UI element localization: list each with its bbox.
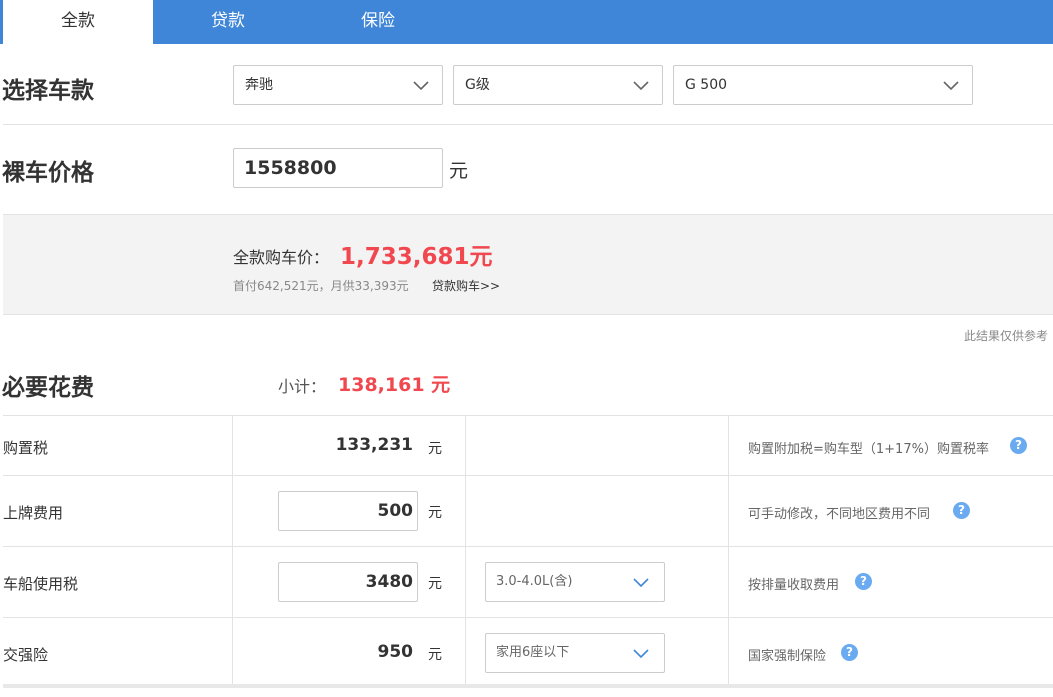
displacement-select-value: 3.0-4.0L(含) bbox=[496, 574, 573, 589]
summary-panel: 全款购车价： 1,733,681元 首付642,521元，月供33,393元 贷… bbox=[3, 214, 1053, 315]
purchase-tax-unit: 元 bbox=[428, 441, 442, 457]
total-price-label: 全款购车价： bbox=[233, 248, 330, 267]
chevron-down-icon bbox=[633, 649, 649, 659]
price-input-value: 1558800 bbox=[244, 157, 337, 179]
table-row: 上牌费用 500 元 可手动修改，不同地区费用不同 ? bbox=[3, 475, 1053, 546]
table-row: 交强险 950 元 家用6座以下 国家强制保险 ? bbox=[3, 617, 1053, 687]
series-select-value: G级 bbox=[465, 77, 490, 93]
tab-bar: 全款 贷款 保险 bbox=[0, 0, 1053, 44]
model-select[interactable]: G 500 bbox=[673, 65, 973, 105]
compulsory-insurance-unit: 元 bbox=[428, 647, 442, 663]
subtotal-label: 小计： bbox=[278, 377, 327, 396]
chevron-down-icon bbox=[633, 578, 649, 588]
table-row: 购置税 133,231 元 购置附加税=购车型（1+17%）购置税率 ? bbox=[3, 415, 1053, 475]
vehicle-tax-value: 3480 bbox=[365, 572, 413, 592]
vehicle-tax-input[interactable]: 3480 bbox=[278, 562, 418, 602]
price-label: 裸车价格 bbox=[2, 160, 94, 186]
chevron-down-icon bbox=[943, 81, 959, 91]
bottom-divider bbox=[3, 684, 1053, 688]
plate-fee-unit: 元 bbox=[428, 505, 442, 521]
purchase-tax-label: 购置税 bbox=[3, 439, 49, 457]
tab-loan[interactable]: 贷款 bbox=[153, 0, 303, 44]
tab-insurance[interactable]: 保险 bbox=[303, 0, 453, 44]
brand-select[interactable]: 奔驰 bbox=[233, 65, 443, 105]
purchase-tax-desc: 购置附加税=购车型（1+17%）购置税率 bbox=[748, 442, 989, 457]
divider bbox=[3, 124, 1053, 125]
compulsory-insurance-label: 交强险 bbox=[3, 646, 49, 664]
disclaimer-note: 此结果仅供参考 bbox=[963, 329, 1048, 343]
select-model-label: 选择车款 bbox=[2, 78, 94, 104]
price-unit: 元 bbox=[449, 160, 469, 182]
seat-type-select[interactable]: 家用6座以下 bbox=[485, 633, 665, 673]
series-select[interactable]: G级 bbox=[453, 65, 663, 105]
purchase-tax-value: 133,231 bbox=[335, 435, 413, 455]
question-icon[interactable]: ? bbox=[855, 573, 872, 590]
compulsory-insurance-desc: 国家强制保险 bbox=[748, 649, 827, 664]
price-input[interactable]: 1558800 bbox=[233, 148, 443, 188]
vehicle-tax-desc: 按排量收取费用 bbox=[748, 578, 840, 593]
required-costs-table: 购置税 133,231 元 购置附加税=购车型（1+17%）购置税率 ? 上牌费… bbox=[3, 415, 1053, 697]
compulsory-insurance-value: 950 bbox=[377, 642, 414, 662]
vehicle-tax-unit: 元 bbox=[428, 576, 442, 592]
total-price-value: 1,733,681元 bbox=[340, 244, 493, 270]
model-select-value: G 500 bbox=[685, 77, 728, 93]
chevron-down-icon bbox=[413, 81, 429, 91]
brand-select-value: 奔驰 bbox=[245, 77, 273, 93]
subtotal-value: 138,161 元 bbox=[338, 374, 451, 396]
chevron-down-icon bbox=[633, 81, 649, 91]
plate-fee-value: 500 bbox=[377, 501, 414, 521]
table-row: 车船使用税 3480 元 3.0-4.0L(含) 按排量收取费用 ? bbox=[3, 546, 1053, 617]
question-icon[interactable]: ? bbox=[1010, 437, 1027, 454]
vehicle-tax-label: 车船使用税 bbox=[3, 575, 79, 593]
tab-full-payment[interactable]: 全款 bbox=[0, 0, 153, 44]
question-icon[interactable]: ? bbox=[953, 502, 970, 519]
displacement-select[interactable]: 3.0-4.0L(含) bbox=[485, 562, 665, 602]
plate-fee-input[interactable]: 500 bbox=[278, 491, 418, 531]
required-costs-label: 必要花费 bbox=[2, 375, 94, 401]
loan-summary-text: 首付642,521元，月供33,393元 bbox=[233, 279, 409, 293]
question-icon[interactable]: ? bbox=[841, 644, 858, 661]
plate-fee-label: 上牌费用 bbox=[3, 504, 64, 522]
seat-type-select-value: 家用6座以下 bbox=[496, 645, 570, 660]
plate-fee-desc: 可手动修改，不同地区费用不同 bbox=[748, 507, 931, 522]
loan-link[interactable]: 贷款购车>> bbox=[432, 277, 500, 294]
